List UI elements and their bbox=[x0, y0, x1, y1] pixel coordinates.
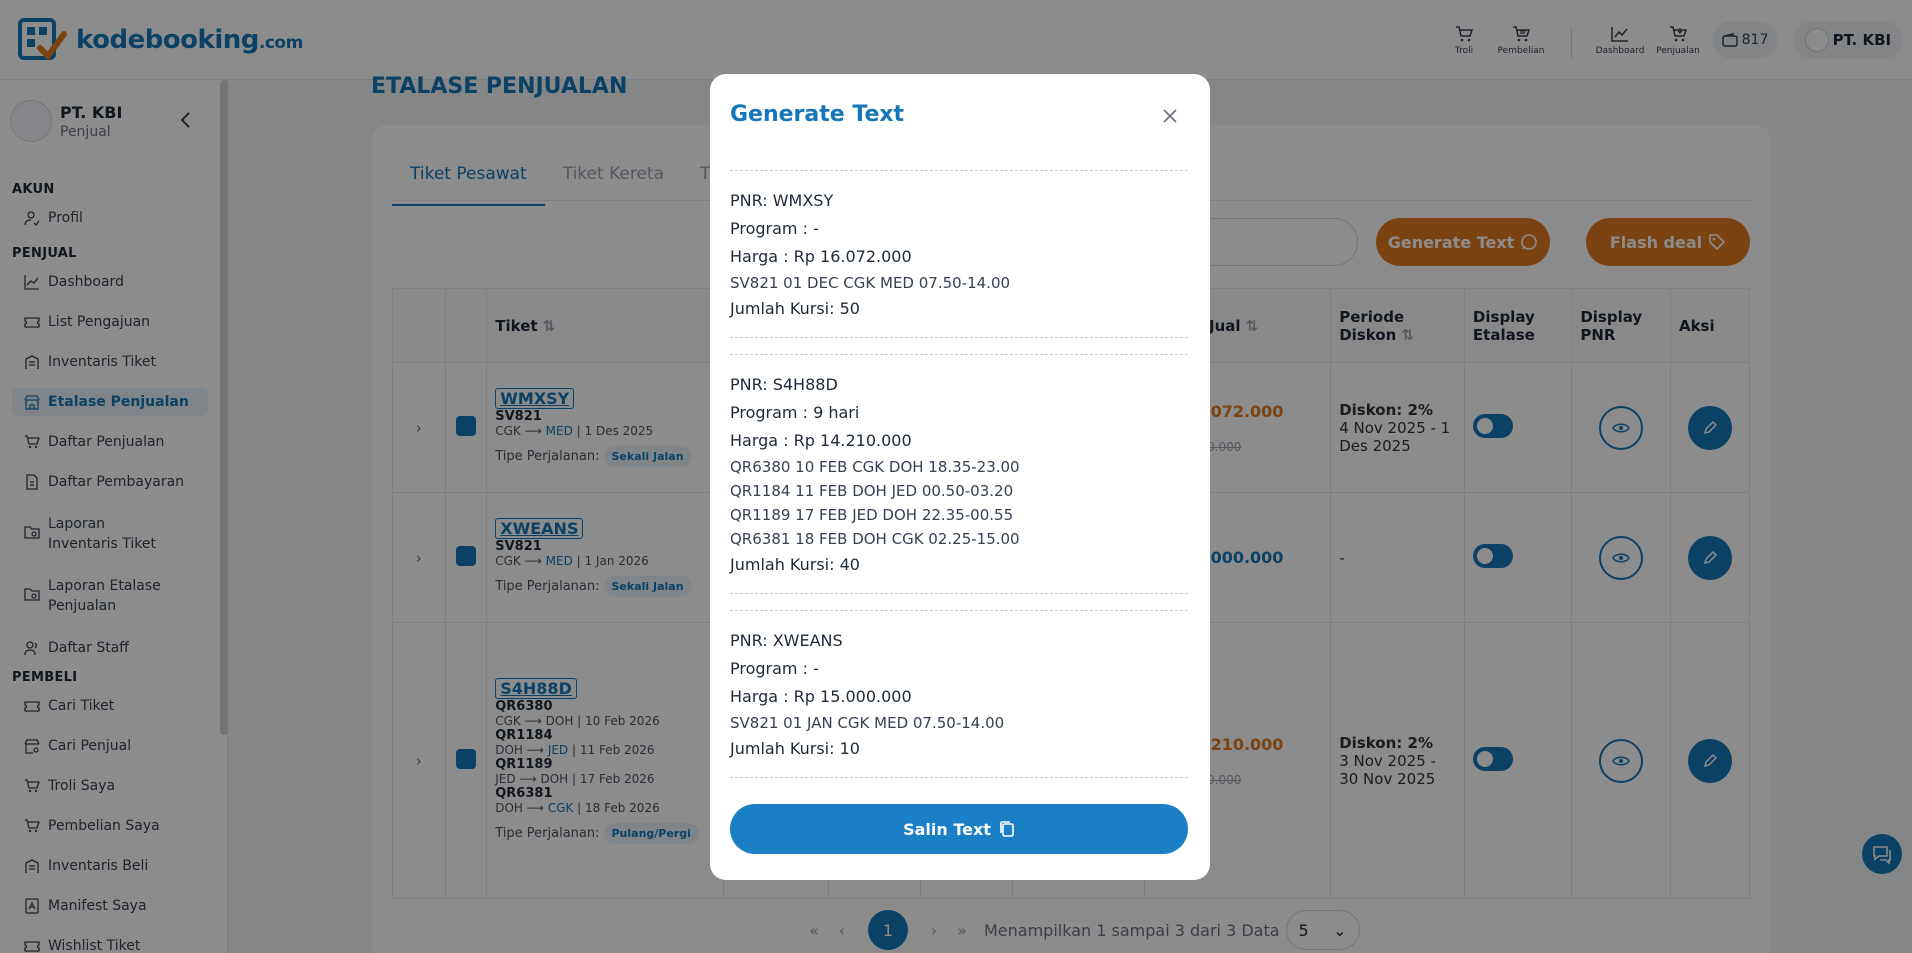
copy-icon bbox=[1000, 821, 1014, 837]
copy-text-label: Salin Text bbox=[903, 819, 991, 839]
entry-pnr: PNR: XWEANS bbox=[730, 631, 843, 650]
entry-segment: SV821 01 JAN CGK MED 07.50-14.00 bbox=[730, 714, 1005, 732]
entry-kursi: Jumlah Kursi: 10 bbox=[730, 739, 860, 758]
entry-kursi: Jumlah Kursi: 50 bbox=[730, 299, 860, 318]
entry-pnr: PNR: S4H88D bbox=[730, 375, 838, 394]
copy-text-button[interactable]: Salin Text bbox=[730, 804, 1188, 854]
entry-program: Program : 9 hari bbox=[730, 403, 860, 422]
entry-segment: QR1189 17 FEB JED DOH 22.35-00.55 bbox=[730, 506, 1014, 524]
close-icon bbox=[1163, 109, 1177, 123]
close-button[interactable] bbox=[1158, 104, 1182, 128]
entry-kursi: Jumlah Kursi: 40 bbox=[730, 555, 860, 574]
pnr-entry: PNR: S4H88D Program : 9 hari Harga : Rp … bbox=[730, 354, 1188, 594]
entry-segment: QR1184 11 FEB DOH JED 00.50-03.20 bbox=[730, 482, 1014, 500]
pnr-entry: PNR: WMXSY Program : - Harga : Rp 16.072… bbox=[730, 170, 1188, 338]
entry-segment: SV821 01 DEC CGK MED 07.50-14.00 bbox=[730, 274, 1011, 292]
entry-segment: QR6380 10 FEB CGK DOH 18.35-23.00 bbox=[730, 458, 1020, 476]
entry-harga: Harga : Rp 16.072.000 bbox=[730, 247, 912, 266]
entry-harga: Harga : Rp 14.210.000 bbox=[730, 431, 912, 450]
entry-program: Program : - bbox=[730, 659, 819, 678]
entry-pnr: PNR: WMXSY bbox=[730, 191, 834, 210]
generated-text: PNR: WMXSY Program : - Harga : Rp 16.072… bbox=[730, 170, 1188, 794]
generate-text-modal: Generate Text PNR: WMXSY Program : - Har… bbox=[710, 74, 1210, 880]
entry-program: Program : - bbox=[730, 219, 819, 238]
entry-harga: Harga : Rp 15.000.000 bbox=[730, 687, 912, 706]
entry-segment: QR6381 18 FEB DOH CGK 02.25-15.00 bbox=[730, 530, 1020, 548]
pnr-entry: PNR: XWEANS Program : - Harga : Rp 15.00… bbox=[730, 610, 1188, 778]
modal-title: Generate Text bbox=[730, 102, 905, 127]
